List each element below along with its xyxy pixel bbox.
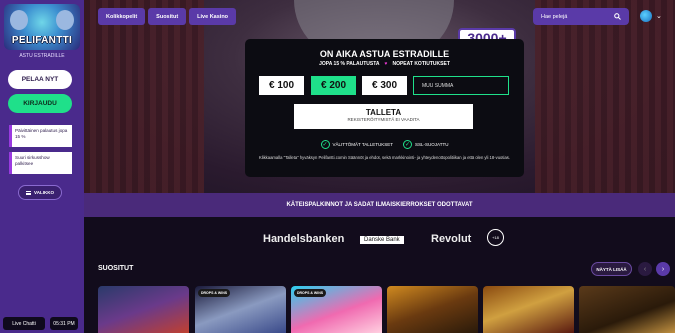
promo-label: Päivittäinen palautus jopa 15 % [15,128,68,139]
brand-logo[interactable]: PELIFANTTI [4,4,80,50]
play-now-button[interactable]: PELAA NYT [8,70,72,89]
age-limit-icon: +18 [487,229,504,246]
search-input[interactable]: Hae pelejä [533,8,629,25]
next-arrow-icon[interactable]: › [656,262,670,276]
game-tile[interactable] [387,286,478,333]
brand-tagline: ASTU ESTRADILLE [19,53,65,59]
heart-icon: ♥ [384,61,388,67]
promo-cashback[interactable]: Päivittäinen palautus jopa 15 % [9,125,72,147]
curtain-right [535,0,675,193]
panel-title: ON AIKA ASTUA ESTRADILLE [319,49,450,59]
sidebar: PELIFANTTI ASTU ESTRADILLE PELAA NYT KIR… [0,0,84,333]
custom-amount-placeholder: MUU SUMMA [422,82,454,89]
features: ✓ VÄLITTÖMÄT TALLETUKSET ✓ SSL-SUOJATTU [245,140,524,149]
feature-label: VÄLITTÖMÄT TALLETUKSET [332,142,394,147]
handelsbanken-logo: Handelsbanken [263,233,345,245]
game-tile[interactable] [579,286,675,333]
game-tile[interactable]: DROPS & WINS [195,286,286,333]
payment-logos: Handelsbanken Danske Bank Revolut +18 [84,217,675,257]
deposit-sublabel: REKISTERÖITYMISTÄ EI VAADITA [347,117,420,122]
popular-section: SUOSITUT NÄYTÄ LISÄÄ ‹ › DROPS & WINS DR… [84,257,675,333]
nav-slots[interactable]: Kolikkopelit [98,8,146,25]
chevron-down-icon[interactable]: ⌄ [656,12,662,20]
curtain-left [84,0,204,193]
amount-300-button[interactable]: € 300 [362,76,407,95]
drops-wins-badge: DROPS & WINS [198,289,231,297]
elephant-ear-left-icon [10,10,28,30]
search-placeholder: Hae pelejä [541,13,568,20]
elephant-ear-right-icon [56,10,74,30]
check-icon: ✓ [320,140,330,149]
search-icon [614,13,621,20]
danske-bank-logo: Danske Bank [360,236,404,244]
clock: 05:31 PM [50,317,78,330]
show-more-button[interactable]: NÄYTÄ LISÄÄ [591,262,632,276]
game-tile[interactable]: DROPS & WINS [291,286,382,333]
amount-200-button[interactable]: € 200 [311,76,356,95]
subtitle-cashback: JOPA 15 % PALAUTUSTA [319,61,380,67]
panel-subtitle: JOPA 15 % PALAUTUSTA ♥ NOPEAT KOTIUTUKSET [245,61,524,67]
menu-button[interactable]: VALIKKO [18,185,62,200]
feature-instant: ✓ VÄLITTÖMÄT TALLETUKSET [320,140,394,149]
check-icon: ✓ [403,140,413,149]
promo-circus[interactable]: Suuri sirkusshow palkitsee [9,152,72,174]
language-globe-icon[interactable] [640,10,652,22]
nav-popular[interactable]: Suositut [148,8,187,25]
game-tile[interactable] [483,286,574,333]
login-button[interactable]: KIRJAUDU [8,94,72,113]
amount-100-button[interactable]: € 100 [259,76,304,95]
deposit-label: TALLETA [365,108,402,117]
top-nav: Kolikkopelit Suositut Live Kasino [98,8,237,25]
nav-live-casino[interactable]: Live Kasino [189,8,237,25]
section-title: SUOSITUT [98,265,134,272]
deposit-panel: ON AIKA ASTUA ESTRADILLE JOPA 15 % PALAU… [245,39,524,177]
custom-amount-input[interactable]: MUU SUMMA [413,76,509,95]
terms-text: Klikkaamalla "Talleta" hyväksyn Pelifant… [258,155,511,160]
feature-ssl: ✓ SSL-SUOJATTU [403,140,448,149]
subtitle-withdrawals: NOPEAT KOTIUTUKSET [392,61,450,67]
hamburger-icon [26,190,32,195]
menu-label: VALIKKO [34,190,54,195]
revolut-logo: Revolut [431,233,472,245]
promo-banner: KÄTEISPALKINNOT JA SADAT ILMAISKIERROKSE… [84,193,675,217]
live-chat-button[interactable]: Live Chatti [3,317,45,330]
prev-arrow-icon[interactable]: ‹ [638,262,652,276]
deposit-button[interactable]: TALLETA REKISTERÖITYMISTÄ EI VAADITA [294,104,473,129]
promo-label: Suuri sirkusshow palkitsee [15,155,50,166]
game-tile[interactable] [98,286,189,333]
brand-name: PELIFANTTI [11,35,73,46]
drops-wins-badge: DROPS & WINS [294,289,327,297]
feature-label: SSL-SUOJATTU [415,142,449,147]
